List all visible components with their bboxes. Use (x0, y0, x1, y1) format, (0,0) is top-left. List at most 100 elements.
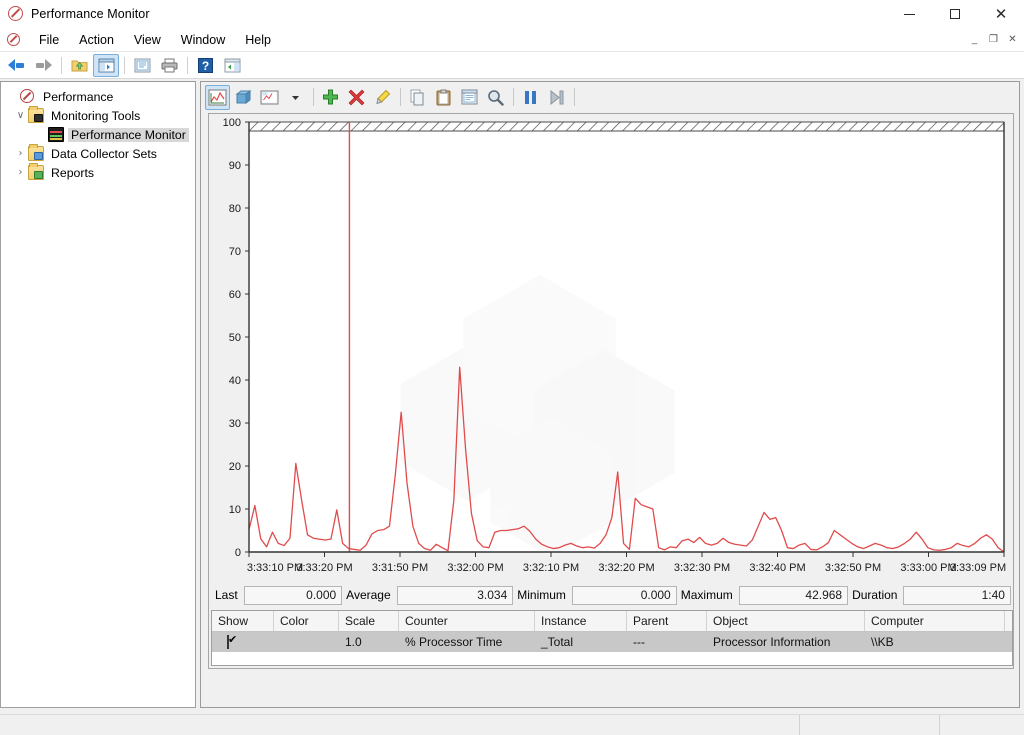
tree-item-performance[interactable]: Performance (1, 87, 195, 106)
view-histogram-icon[interactable] (231, 85, 256, 110)
mdi-close-button[interactable]: ✕ (1003, 30, 1022, 48)
tree-twisty[interactable]: › (13, 167, 28, 178)
perfmon-icon (48, 127, 64, 142)
tree-item-label: Performance Monitor (68, 127, 189, 142)
svg-text:3:33:09 PM: 3:33:09 PM (950, 562, 1006, 574)
column-header-instance[interactable]: Instance (535, 611, 627, 631)
view-graph-icon[interactable] (205, 84, 230, 110)
properties-icon[interactable] (129, 54, 155, 77)
toolbar-separator (61, 56, 62, 74)
tree-item-label: Performance (43, 89, 114, 104)
column-header-object[interactable]: Object (707, 611, 865, 631)
back-arrow-icon[interactable] (3, 54, 29, 77)
new-window-icon[interactable] (219, 54, 245, 77)
menu-view[interactable]: View (124, 30, 171, 50)
highlight-icon[interactable] (370, 85, 395, 110)
duration-value: 1:40 (903, 585, 1011, 605)
legend-header-row: Show Color Scale Counter Instance Parent… (212, 611, 1012, 632)
tree-item-reports[interactable]: › Reports (1, 163, 195, 182)
maximize-button[interactable] (932, 0, 978, 28)
console-tree: Performance ∨ Monitoring Tools Performan… (1, 82, 195, 182)
svg-text:90: 90 (229, 160, 241, 172)
tree-item-data-collector-sets[interactable]: › Data Collector Sets (1, 144, 195, 163)
paste-counter-list-icon[interactable] (431, 85, 456, 110)
object-cell: Processor Information (713, 635, 831, 649)
window-title: Performance Monitor (31, 7, 150, 21)
tree-twisty[interactable]: › (13, 148, 28, 159)
view-report-icon[interactable] (257, 85, 282, 110)
average-value: 3.034 (396, 585, 514, 605)
toolbar-separator (124, 56, 125, 74)
forward-arrow-icon[interactable] (30, 54, 56, 77)
show-hide-console-tree-icon[interactable] (93, 53, 119, 77)
graph-toolbar (201, 82, 1019, 112)
tree-item-label: Data Collector Sets (51, 146, 157, 161)
nosign-icon (20, 89, 36, 104)
help-icon[interactable]: ? (192, 54, 218, 77)
menu-file[interactable]: File (29, 30, 69, 50)
title-bar: Performance Monitor ✕ (0, 0, 1024, 28)
tree-item-performance-monitor[interactable]: Performance Monitor (1, 125, 195, 144)
show-checkbox[interactable] (227, 635, 229, 649)
close-button[interactable]: ✕ (978, 0, 1024, 28)
properties-icon[interactable] (457, 85, 482, 110)
svg-text:?: ? (201, 59, 208, 73)
menu-help[interactable]: Help (235, 30, 281, 50)
mdi-minimize-button[interactable]: _ (965, 30, 984, 48)
column-header-parent[interactable]: Parent (627, 611, 707, 631)
app-icon (8, 6, 24, 22)
tree-twisty[interactable]: ∨ (13, 110, 28, 121)
performance-chart[interactable]: 0 10 20 30 40 50 60 70 80 90 100 3:33:10 PM3:33:20… (209, 114, 1013, 584)
svg-text:50: 50 (229, 332, 241, 344)
mdi-restore-button[interactable]: ❐ (984, 30, 1003, 48)
legend-row[interactable]: 1.0 % Processor Time _Total --- Processo… (212, 632, 1012, 652)
status-bar (0, 714, 1024, 735)
svg-text:60: 60 (229, 289, 241, 301)
folder-monitor-icon (28, 106, 44, 123)
show-cell (212, 635, 274, 649)
console-icon (7, 33, 23, 46)
up-folder-icon[interactable] (66, 54, 92, 77)
menu-bar: File Action View Window Help _ ❐ ✕ (0, 28, 1024, 52)
performance-monitor-window: Performance Monitor ✕ File Action View W… (0, 0, 1024, 735)
svg-text:3:31:50 PM: 3:31:50 PM (372, 562, 428, 574)
print-icon[interactable] (156, 54, 182, 77)
svg-text:3:32:50 PM: 3:32:50 PM (825, 562, 881, 574)
delete-counter-icon[interactable] (344, 85, 369, 110)
zoom-icon[interactable] (483, 85, 508, 110)
chevron-down-icon[interactable] (283, 85, 308, 110)
column-header-scale[interactable]: Scale (339, 611, 399, 631)
freeze-display-icon[interactable] (518, 85, 543, 110)
svg-text:0: 0 (235, 547, 241, 559)
main-toolbar: ? (0, 52, 1024, 79)
status-panel-secondary (800, 715, 940, 735)
column-header-show[interactable]: Show (212, 611, 274, 631)
console-tree-panel: Performance ∨ Monitoring Tools Performan… (0, 81, 196, 708)
folder-green-icon (28, 163, 44, 180)
graph-panel: 0 10 20 30 40 50 60 70 80 90 100 3:33:10 PM 3:33:20… (208, 113, 1014, 669)
update-data-icon[interactable] (544, 85, 569, 110)
column-header-color[interactable]: Color (274, 611, 339, 631)
column-header-computer[interactable]: Computer (865, 611, 1005, 631)
maximum-label: Maximum (680, 588, 733, 602)
computer-cell: \\KB (871, 635, 894, 649)
tree-item-monitoring-tools[interactable]: ∨ Monitoring Tools (1, 106, 195, 125)
column-header-counter[interactable]: Counter (399, 611, 535, 631)
toolbar-separator (513, 88, 514, 106)
svg-text:100: 100 (223, 117, 241, 129)
parent-cell: --- (633, 635, 645, 649)
add-counter-icon[interactable] (318, 85, 343, 110)
color-cell (274, 635, 339, 649)
statistics-bar: Last 0.000 Average 3.034 Minimum 0.000 M… (209, 584, 1013, 606)
counter-legend-table[interactable]: Show Color Scale Counter Instance Parent… (211, 610, 1013, 666)
svg-text:3:32:10 PM: 3:32:10 PM (523, 562, 579, 574)
toolbar-separator (400, 88, 401, 106)
menu-action[interactable]: Action (69, 30, 124, 50)
average-label: Average (346, 588, 391, 602)
minimize-button[interactable] (886, 0, 932, 28)
maximum-value: 42.968 (738, 585, 849, 605)
minimum-value: 0.000 (571, 585, 677, 605)
status-panel-tertiary (940, 715, 1024, 735)
copy-properties-icon[interactable] (405, 85, 430, 110)
menu-window[interactable]: Window (171, 30, 235, 50)
